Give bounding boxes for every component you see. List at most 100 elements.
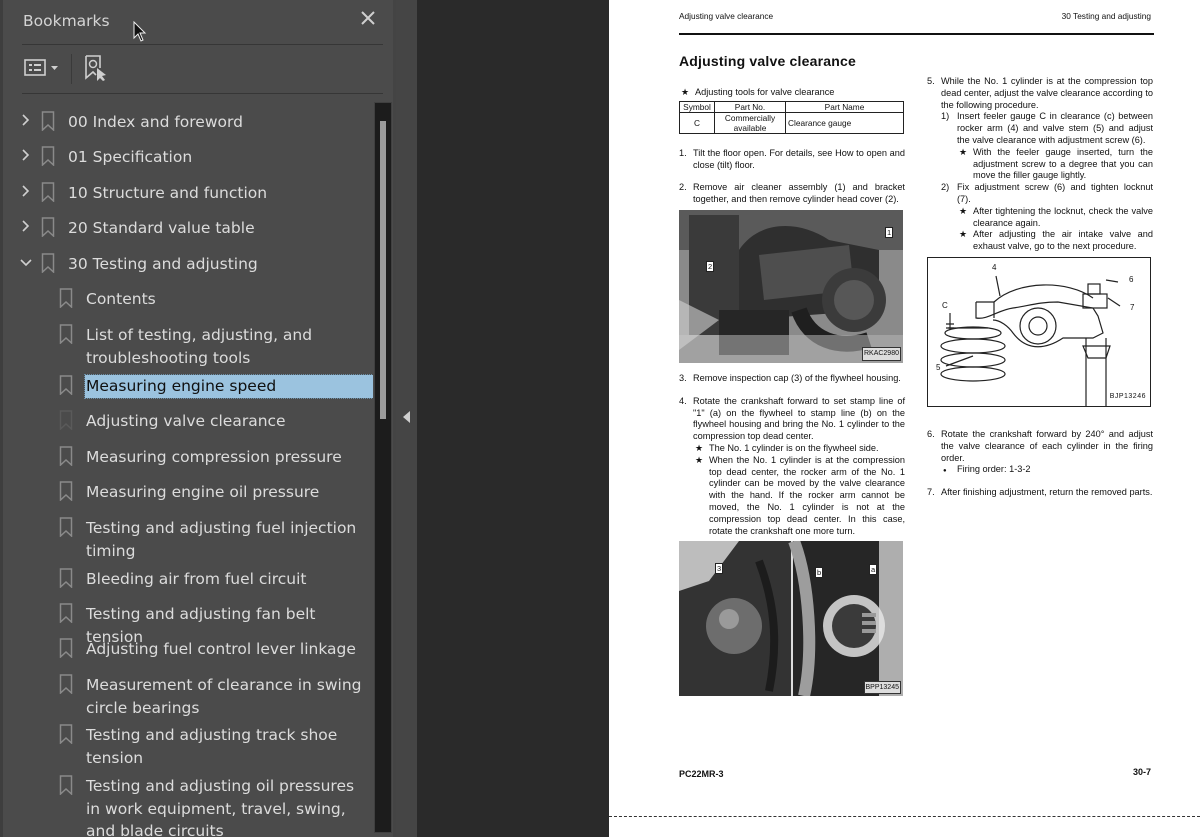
engine-photo: 1 2 RKAC2980 bbox=[679, 209, 903, 363]
star-icon: ★ bbox=[959, 146, 968, 157]
bookmarks-toolbar bbox=[23, 54, 223, 84]
footer-page-number: 30-7 bbox=[1132, 767, 1151, 777]
callout-label: 2 bbox=[706, 260, 715, 272]
chevron-right-icon[interactable] bbox=[19, 148, 33, 162]
chevron-right-icon[interactable] bbox=[19, 113, 33, 127]
running-header-right: 30 Testing and adjusting bbox=[1061, 11, 1151, 21]
bookmark-icon bbox=[59, 324, 73, 345]
callout-label: 1 bbox=[885, 226, 894, 238]
list-options-icon bbox=[24, 59, 58, 76]
running-header-left: Adjusting valve clearance bbox=[679, 11, 774, 21]
step-7: 7. After finishing adjustment, return the… bbox=[927, 487, 1153, 498]
substep-1: 1) Insert feeler gauge C in clearance (c)… bbox=[941, 111, 1153, 181]
header-rule bbox=[679, 33, 1154, 35]
close-icon[interactable] bbox=[359, 9, 377, 27]
divider bbox=[22, 93, 383, 94]
bookmark-icon bbox=[41, 217, 55, 238]
bookmark-icon bbox=[41, 253, 55, 274]
pdf-page: Adjusting valve clearance 30 Testing and… bbox=[609, 0, 1200, 837]
step-4: 4. Rotate the crankshaft forward to set s… bbox=[679, 395, 905, 536]
bookmark-label: 30 Testing and adjusting bbox=[68, 255, 258, 273]
step-3: 3. Remove inspection cap (3) of the flywh… bbox=[679, 372, 901, 383]
note: ★ After adjusting the air intake valve an… bbox=[959, 229, 1153, 252]
diagram-label: 4 bbox=[992, 262, 997, 272]
star-icon: ★ bbox=[681, 87, 690, 97]
callout-label: b bbox=[815, 567, 824, 579]
table-header: Symbol bbox=[679, 100, 715, 113]
bookmark-label: Measuring engine speed bbox=[84, 374, 373, 399]
table-row: C Commercially available Clearance gauge bbox=[679, 111, 904, 134]
chevron-down-icon[interactable] bbox=[19, 255, 33, 269]
bullet-item: ● Firing order: 1-3-2 bbox=[941, 464, 1153, 476]
bookmark-label: 01 Specification bbox=[68, 148, 193, 166]
bookmark-icon bbox=[59, 603, 73, 624]
figure-code: RKAC2980 bbox=[861, 347, 901, 361]
bookmark-icon bbox=[59, 568, 73, 589]
callout-label: 3 bbox=[715, 563, 724, 575]
bookmark-icon bbox=[59, 481, 73, 502]
bookmark-label: List of testing, adjusting, and troubles… bbox=[86, 326, 313, 367]
bookmark-icon bbox=[41, 182, 55, 203]
table-cell: C bbox=[679, 111, 715, 134]
bookmark-label: Measuring compression pressure bbox=[86, 448, 342, 466]
bookmark-tree: 00 Index and foreword 01 Specification 10 … bbox=[3, 100, 373, 837]
chevron-right-icon[interactable] bbox=[19, 184, 33, 198]
rocker-arm-drawing bbox=[940, 275, 1121, 406]
bookmark-icon bbox=[59, 638, 73, 659]
step-6: 6. Rotate the crankshaft forward by 240° … bbox=[927, 429, 1153, 476]
bookmark-label: 10 Structure and function bbox=[68, 184, 268, 202]
page-break bbox=[609, 816, 1200, 817]
figure-code: BPP13245 bbox=[863, 680, 901, 695]
bookmark-label: Adjusting fuel control lever linkage bbox=[86, 640, 356, 658]
options-menu-button[interactable] bbox=[23, 56, 63, 80]
bookmark-label: Testing and adjusting track shoe tension bbox=[86, 726, 338, 767]
footer-model: PC22MR-3 bbox=[679, 769, 724, 779]
flywheel-photo: 3 b a BPP13245 bbox=[679, 541, 903, 697]
bookmark-icon bbox=[59, 446, 73, 467]
bookmarks-panel: Bookmarks 00 Index and foreword 01 Specif… bbox=[0, 0, 399, 837]
find-current-bookmark-button[interactable] bbox=[83, 54, 109, 82]
substep-2: 2) Fix adjustment screw (6) and tighten l… bbox=[941, 182, 1153, 252]
scrollbar-thumb[interactable] bbox=[380, 121, 386, 419]
note: ★ With the feeler gauge inserted, turn th… bbox=[959, 146, 1153, 181]
note: ★ When the No. 1 cylinder is at the compr… bbox=[695, 454, 905, 536]
note: ★ After tightening the locknut, check the… bbox=[959, 205, 1153, 228]
diagram-label: 5 bbox=[936, 362, 941, 372]
step-2: 2. Remove air cleaner assembly (1) and br… bbox=[679, 182, 905, 205]
table-header: Part No. bbox=[714, 100, 786, 113]
triangle-left-icon bbox=[403, 411, 410, 423]
right-column: 5. While the No. 1 cylinder is at the com… bbox=[927, 76, 1153, 510]
bookmark-label: Adjusting valve clearance bbox=[86, 412, 286, 430]
bookmark-icon bbox=[59, 674, 73, 695]
table-cell: Clearance gauge bbox=[785, 111, 904, 134]
toolbar-separator bbox=[71, 54, 72, 84]
divider bbox=[22, 44, 383, 45]
left-column: ★ Adjusting tools for valve clearance Sym… bbox=[679, 87, 905, 706]
collapse-panel-button[interactable] bbox=[396, 0, 417, 837]
tools-table: Symbol Part No. Part Name C Commercially… bbox=[679, 100, 904, 134]
table-cell: Commercially available bbox=[714, 111, 786, 134]
diagram-label: C bbox=[942, 300, 948, 310]
tools-caption: ★ Adjusting tools for valve clearance bbox=[681, 87, 835, 97]
scrollbar[interactable] bbox=[374, 102, 392, 833]
note: ★ The No. 1 cylinder is on the flywheel s… bbox=[695, 442, 879, 453]
star-icon: ★ bbox=[695, 442, 704, 453]
star-icon: ★ bbox=[959, 205, 968, 216]
star-icon: ★ bbox=[959, 229, 968, 240]
bookmark-icon bbox=[59, 775, 73, 796]
rocker-arm-diagram: 4 6 7 C 5 BJP13246 bbox=[927, 256, 1151, 407]
bookmark-label: Measuring engine oil pressure bbox=[86, 483, 320, 501]
chevron-right-icon[interactable] bbox=[19, 219, 33, 233]
engine-photo-image bbox=[679, 209, 903, 363]
find-current-bookmark-icon bbox=[85, 55, 106, 81]
bookmark-label: 00 Index and foreword bbox=[68, 113, 243, 131]
bookmark-label: Measurement of clearance in swing circle… bbox=[86, 676, 362, 717]
bookmark-icon bbox=[59, 375, 73, 396]
bookmark-label: Bleeding air from fuel circuit bbox=[86, 570, 307, 588]
table-header: Part Name bbox=[785, 100, 904, 113]
diagram-label: 6 bbox=[1129, 274, 1134, 284]
bookmarks-header: Bookmarks bbox=[23, 9, 383, 32]
star-icon: ★ bbox=[695, 454, 704, 465]
table-header-row: Symbol Part No. Part Name bbox=[679, 100, 904, 113]
panel-title: Bookmarks bbox=[23, 12, 110, 30]
